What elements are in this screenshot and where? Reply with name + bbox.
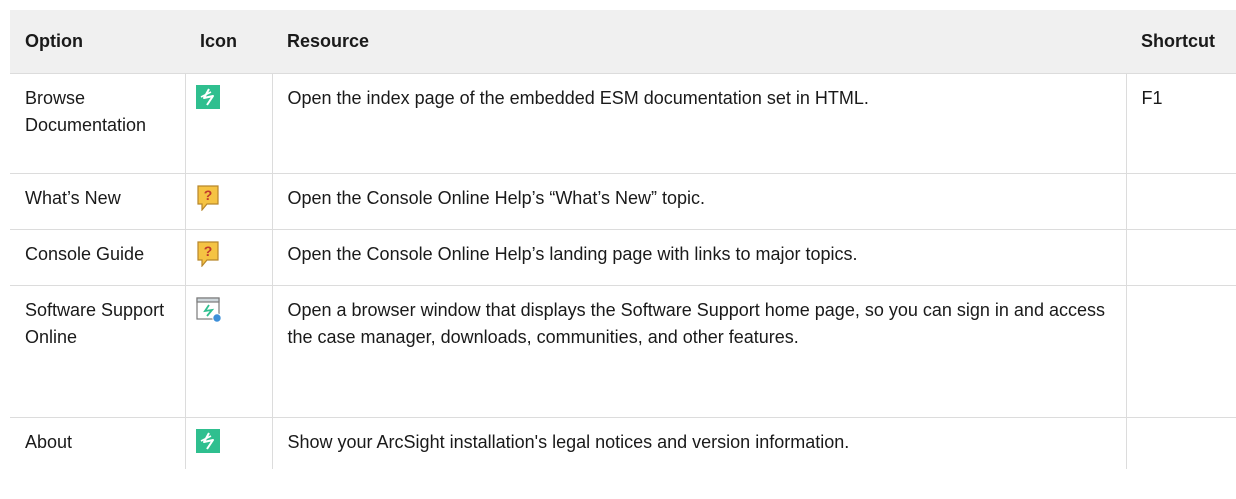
column-header-resource: Resource [272, 10, 1126, 74]
shortcut-cell: F1 [1125, 73, 1236, 174]
icon-cell [184, 417, 272, 469]
help-question-icon: ? [196, 185, 220, 211]
resource-cell: Show your ArcSight installation's legal … [271, 417, 1126, 469]
table-row: Console Guide ? Open the Console Online … [10, 229, 1236, 286]
resource-cell: Open the Console Online Help’s landing p… [271, 229, 1126, 286]
column-header-option: Option [10, 10, 185, 74]
column-header-shortcut: Shortcut [1126, 10, 1236, 74]
option-cell: Browse Documentation [10, 73, 185, 174]
table-row: Browse Documentation Open the index page… [10, 73, 1236, 174]
help-menu-options-table: Option Icon Resource Shortcut Browse Doc… [10, 10, 1236, 469]
table-row: What’s New ? Open the Console Online Hel… [10, 173, 1236, 230]
table-row: Software Support Online Open a browser w… [10, 285, 1236, 418]
shortcut-cell [1125, 285, 1236, 418]
resource-cell: Open the index page of the embedded ESM … [271, 73, 1126, 174]
option-cell: Console Guide [10, 229, 185, 286]
column-header-icon: Icon [185, 10, 272, 74]
svg-text:?: ? [203, 243, 212, 259]
resource-cell: Open the Console Online Help’s “What’s N… [271, 173, 1126, 230]
shortcut-cell [1125, 417, 1236, 469]
svg-text:?: ? [203, 187, 212, 203]
table-header-row: Option Icon Resource Shortcut [10, 10, 1236, 74]
icon-cell [184, 73, 272, 174]
option-cell: What’s New [10, 173, 185, 230]
support-window-icon [195, 297, 222, 323]
icon-cell: ? [184, 229, 272, 286]
option-cell: Software Support Online [10, 285, 185, 418]
icon-cell: ? [184, 173, 272, 230]
icon-cell [184, 285, 272, 418]
arcsight-icon [195, 85, 220, 109]
shortcut-cell [1125, 173, 1236, 230]
resource-cell: Open a browser window that displays the … [271, 285, 1126, 418]
arcsight-icon [195, 429, 220, 453]
shortcut-cell [1125, 229, 1236, 286]
option-cell: About [25, 432, 73, 452]
help-question-icon: ? [196, 241, 220, 267]
table-row: About Show your ArcSight installation's … [10, 417, 1236, 469]
